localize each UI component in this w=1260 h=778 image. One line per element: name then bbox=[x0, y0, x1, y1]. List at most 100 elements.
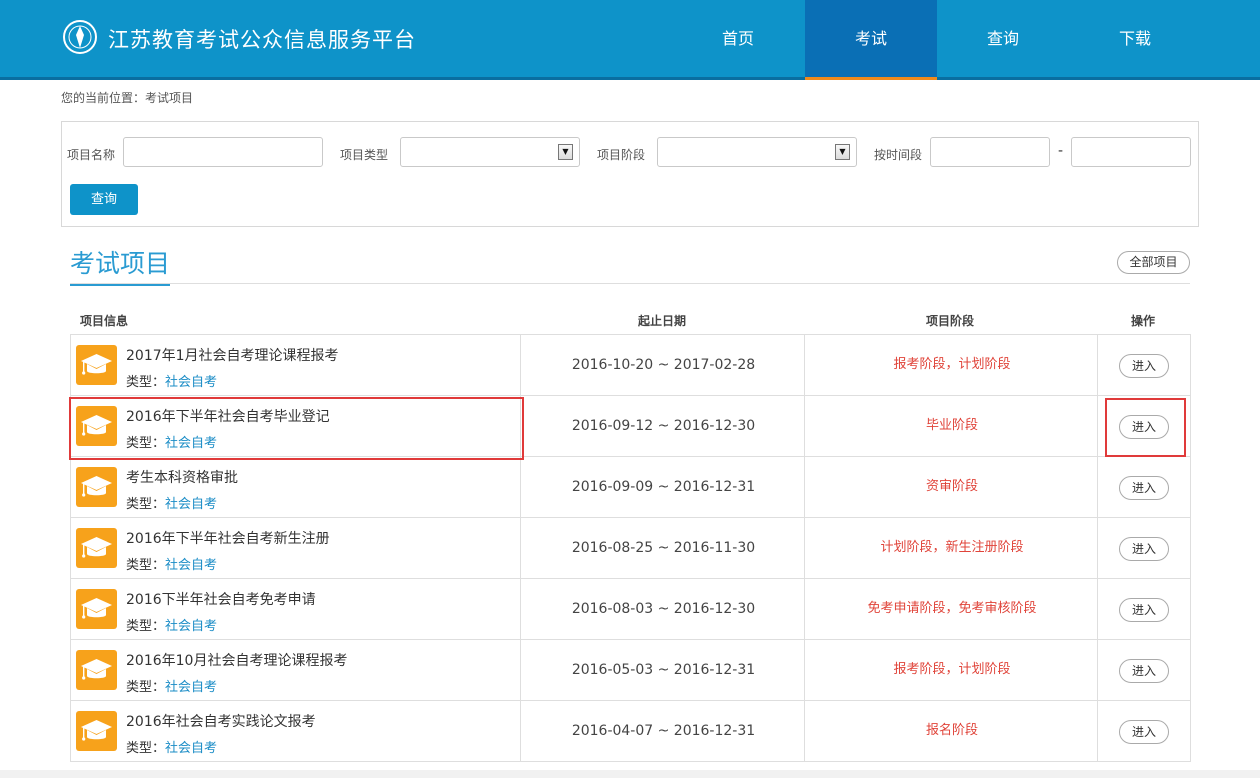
stage-text: 报名阶段 bbox=[925, 723, 978, 738]
enter-button[interactable]: 进入 bbox=[1119, 415, 1169, 439]
stage-text: 资审阶段 bbox=[925, 479, 978, 494]
project-type: 类型：社会自考 bbox=[126, 554, 217, 573]
date-range: 2016-08-25 ~ 2016-11-30 bbox=[571, 540, 756, 556]
type-value-link[interactable]: 社会自考 bbox=[165, 436, 217, 451]
type-value-link[interactable]: 社会自考 bbox=[165, 680, 217, 695]
nav-home[interactable]: 首页 bbox=[672, 0, 804, 77]
project-name-label: 项目名称 bbox=[67, 148, 116, 162]
chevron-down-icon[interactable]: ▼ bbox=[835, 144, 850, 160]
type-value-link[interactable]: 社会自考 bbox=[165, 375, 217, 390]
column-header-info: 项目信息 bbox=[80, 314, 129, 328]
nav-query[interactable]: 查询 bbox=[937, 0, 1069, 77]
project-name-input[interactable] bbox=[123, 137, 323, 167]
type-prefix: 类型： bbox=[126, 436, 166, 451]
type-prefix: 类型： bbox=[126, 680, 166, 695]
type-prefix: 类型： bbox=[126, 375, 166, 390]
date-range: 2016-05-03 ~ 2016-12-31 bbox=[571, 662, 756, 678]
enter-button[interactable]: 进入 bbox=[1119, 354, 1169, 378]
table-row: 考生本科资格审批 类型：社会自考 2016-09-09 ~ 2016-12-31… bbox=[70, 457, 1191, 518]
project-type: 类型：社会自考 bbox=[126, 493, 217, 512]
table-row: 2016年社会自考实践论文报考 类型：社会自考 2016-04-07 ~ 201… bbox=[70, 701, 1191, 762]
project-stage-label: 项目阶段 bbox=[597, 148, 646, 162]
site-title[interactable]: 江苏教育考试公众信息服务平台 bbox=[108, 24, 416, 54]
column-divider bbox=[520, 335, 521, 395]
page-footer-strip bbox=[0, 770, 1260, 778]
project-title-link[interactable]: 2016年10月社会自考理论课程报考 bbox=[126, 650, 347, 670]
table-row: 2017年1月社会自考理论课程报考 类型：社会自考 2016-10-20 ~ 2… bbox=[70, 335, 1191, 396]
period-separator: - bbox=[1058, 143, 1064, 159]
header-bar: 江苏教育考试公众信息服务平台 首页 考试 查询 下载 bbox=[0, 0, 1260, 80]
project-title-link[interactable]: 2016下半年社会自考免考申请 bbox=[126, 589, 316, 609]
nav-download[interactable]: 下载 bbox=[1069, 0, 1201, 77]
enter-button[interactable]: 进入 bbox=[1119, 659, 1169, 683]
table-row: 2016年下半年社会自考新生注册 类型：社会自考 2016-08-25 ~ 20… bbox=[70, 518, 1191, 579]
project-type: 类型：社会自考 bbox=[126, 371, 217, 390]
column-divider bbox=[520, 579, 521, 639]
column-divider bbox=[520, 457, 521, 517]
type-prefix: 类型： bbox=[126, 619, 166, 634]
period-label: 按时间段 bbox=[874, 148, 923, 162]
stage-text: 毕业阶段 bbox=[925, 418, 978, 433]
graduation-cap-icon bbox=[76, 406, 117, 446]
stage-text: 免考申请阶段，免考审核阶段 bbox=[867, 601, 1037, 616]
project-title-link[interactable]: 2017年1月社会自考理论课程报考 bbox=[126, 345, 339, 365]
breadcrumb: 您的当前位置：考试项目 bbox=[61, 91, 194, 105]
column-divider bbox=[520, 396, 521, 456]
graduation-cap-icon bbox=[76, 528, 117, 568]
project-type: 类型：社会自考 bbox=[126, 676, 217, 695]
date-range: 2016-10-20 ~ 2017-02-28 bbox=[571, 357, 756, 373]
graduation-cap-icon bbox=[76, 345, 117, 385]
date-range: 2016-09-09 ~ 2016-12-31 bbox=[571, 479, 756, 495]
enter-button[interactable]: 进入 bbox=[1119, 476, 1169, 500]
section-title: 考试项目 bbox=[70, 244, 171, 286]
project-type-select[interactable]: ▼ bbox=[400, 137, 580, 167]
project-type: 类型：社会自考 bbox=[126, 737, 217, 756]
stage-text: 计划阶段，新生注册阶段 bbox=[880, 540, 1024, 555]
period-start-input[interactable] bbox=[930, 137, 1050, 167]
stage-text: 报考阶段，计划阶段 bbox=[893, 662, 1011, 677]
graduation-cap-icon bbox=[76, 650, 117, 690]
graduation-cap-icon bbox=[76, 589, 117, 629]
type-value-link[interactable]: 社会自考 bbox=[165, 741, 217, 756]
date-range: 2016-09-12 ~ 2016-12-30 bbox=[571, 418, 756, 434]
project-type: 类型：社会自考 bbox=[126, 432, 217, 451]
table-row: 2016下半年社会自考免考申请 类型：社会自考 2016-08-03 ~ 201… bbox=[70, 579, 1191, 640]
project-title-link[interactable]: 2016年下半年社会自考毕业登记 bbox=[126, 406, 330, 426]
column-divider bbox=[520, 518, 521, 578]
nav-exam[interactable]: 考试 bbox=[805, 0, 937, 80]
search-panel: 项目名称 项目类型 ▼ 项目阶段 ▼ 按时间段 - 查询 bbox=[61, 121, 1199, 227]
enter-button[interactable]: 进入 bbox=[1119, 598, 1169, 622]
project-title-link[interactable]: 2016年下半年社会自考新生注册 bbox=[126, 528, 330, 548]
period-end-input[interactable] bbox=[1071, 137, 1191, 167]
type-value-link[interactable]: 社会自考 bbox=[165, 497, 217, 512]
type-prefix: 类型： bbox=[126, 497, 166, 512]
column-header-dates: 起止日期 bbox=[638, 314, 687, 328]
column-divider bbox=[520, 640, 521, 700]
exam-logo-icon[interactable] bbox=[62, 19, 98, 55]
column-divider bbox=[520, 701, 521, 761]
type-value-link[interactable]: 社会自考 bbox=[165, 558, 217, 573]
enter-button[interactable]: 进入 bbox=[1119, 537, 1169, 561]
table-row: 2016年10月社会自考理论课程报考 类型：社会自考 2016-05-03 ~ … bbox=[70, 640, 1191, 701]
query-button[interactable]: 查询 bbox=[70, 184, 138, 215]
project-title-link[interactable]: 考生本科资格审批 bbox=[126, 467, 238, 487]
table-row: 2016年下半年社会自考毕业登记 类型：社会自考 2016-09-12 ~ 20… bbox=[70, 396, 1191, 457]
type-value-link[interactable]: 社会自考 bbox=[165, 619, 217, 634]
column-header-stage: 项目阶段 bbox=[926, 314, 975, 328]
type-prefix: 类型： bbox=[126, 741, 166, 756]
date-range: 2016-04-07 ~ 2016-12-31 bbox=[571, 723, 756, 739]
project-type: 类型：社会自考 bbox=[126, 615, 217, 634]
date-range: 2016-08-03 ~ 2016-12-30 bbox=[571, 601, 756, 617]
stage-text: 报考阶段，计划阶段 bbox=[893, 357, 1011, 372]
project-title-link[interactable]: 2016年社会自考实践论文报考 bbox=[126, 711, 316, 731]
column-header-action: 操作 bbox=[1131, 314, 1156, 328]
graduation-cap-icon bbox=[76, 711, 117, 751]
project-type-label: 项目类型 bbox=[340, 148, 389, 162]
enter-button[interactable]: 进入 bbox=[1119, 720, 1169, 744]
type-prefix: 类型： bbox=[126, 558, 166, 573]
chevron-down-icon[interactable]: ▼ bbox=[558, 144, 573, 160]
section-divider bbox=[70, 283, 1190, 284]
graduation-cap-icon bbox=[76, 467, 117, 507]
all-projects-button[interactable]: 全部项目 bbox=[1117, 251, 1190, 274]
project-stage-select[interactable]: ▼ bbox=[657, 137, 857, 167]
